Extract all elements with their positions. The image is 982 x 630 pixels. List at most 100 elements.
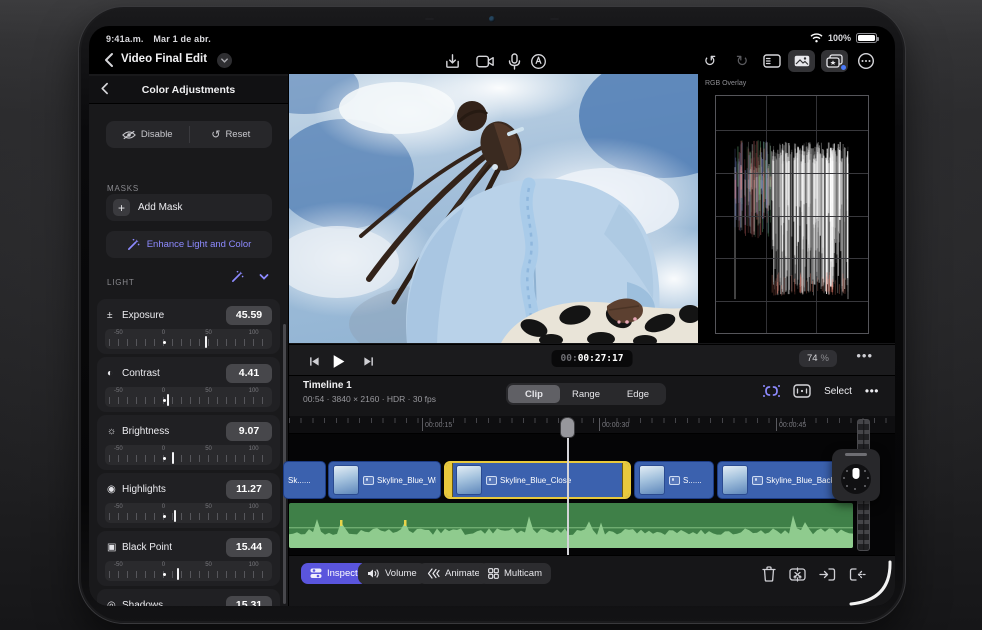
masks-section-label: MASKS	[107, 184, 140, 193]
wifi-icon	[810, 33, 823, 43]
timecode-display[interactable]: 00:00:27:17	[551, 350, 633, 367]
timeline-ruler[interactable]: 00:00:15 00:00:30 00:00:45	[289, 416, 895, 434]
disable-button[interactable]: Disable	[106, 121, 189, 148]
back-button[interactable]	[102, 52, 118, 68]
speaker-icon	[368, 569, 379, 578]
clip-connect-icon[interactable]	[763, 384, 781, 398]
clip-skyline-blue-wide[interactable]: Skyline_Blue_Wide	[328, 461, 441, 499]
timeline-tracks: Sk...... Skyline_Blue_Wide Skyline_Blue_…	[283, 434, 895, 555]
undo-icon[interactable]: ↺	[699, 50, 721, 72]
effects-browser-icon[interactable]	[821, 50, 848, 72]
plus-icon: +	[113, 199, 130, 216]
multicam-viewer-icon[interactable]	[793, 384, 811, 398]
bezel-mic-slot	[425, 18, 434, 20]
timeline-more-icon[interactable]: •••	[865, 384, 879, 398]
play-button-icon[interactable]	[329, 352, 347, 370]
clip-thumbnail	[333, 465, 359, 495]
highlights-slider[interactable]: -50 0 50 100	[105, 503, 272, 523]
project-menu-chevron-icon[interactable]	[217, 53, 232, 68]
mode-edge[interactable]: Edge	[612, 385, 664, 403]
timeline-section: Timeline 1 00:54 · 3840 × 2160 · HDR · 3…	[283, 376, 895, 606]
jog-wheel-panel[interactable]	[832, 449, 880, 501]
skip-to-start-icon[interactable]	[305, 352, 323, 370]
edit-mode-segmented-control: Clip Range Edge	[506, 383, 666, 405]
rgb-overlay-scope: RGB Overlay 1201007550250-20	[698, 74, 895, 343]
jog-dial[interactable]	[841, 464, 871, 494]
color-adjustments-panel: Color Adjustments Disable ↺ Reset MASKS	[89, 74, 289, 606]
skip-to-end-icon[interactable]	[359, 352, 377, 370]
highlights-icon: ◉	[107, 483, 116, 495]
add-mask-button[interactable]: + Add Mask	[106, 194, 272, 221]
split-clip-icon[interactable]	[787, 564, 807, 584]
reset-button[interactable]: ↺ Reset	[190, 121, 273, 148]
mode-range[interactable]: Range	[560, 385, 612, 403]
exposure-icon: ±	[107, 309, 113, 321]
clip-thumbnail	[722, 465, 748, 495]
contrast-icon: ◐	[107, 367, 114, 379]
slider-highlights: ◉ Highlights 11.27 -50 0 50 100	[97, 473, 280, 528]
contrast-slider[interactable]: -50 0 50 100	[105, 387, 272, 407]
multicam-button[interactable]: Multicam	[479, 563, 552, 584]
record-video-icon[interactable]	[474, 50, 496, 72]
playback-bar: 00:00:27:17 74% •••	[289, 344, 895, 376]
photo-icon	[363, 475, 374, 485]
clip-skyline-short[interactable]: S......	[634, 461, 714, 499]
auto-enhance-icon[interactable]	[231, 270, 244, 283]
delete-icon[interactable]	[759, 564, 779, 584]
project-title[interactable]: Video Final Edit	[121, 53, 207, 65]
viewer-more-icon[interactable]: •••	[856, 348, 873, 363]
light-section-header: LIGHT	[107, 270, 274, 290]
shadows-value[interactable]: 15.31	[226, 595, 272, 606]
brightness-icon: ☼	[107, 425, 117, 437]
more-options-icon[interactable]	[855, 50, 877, 72]
photo-icon	[486, 475, 497, 485]
status-bar: 9:41a.m. Mar 1 de abr. 100%	[89, 26, 895, 50]
media-browser-icon[interactable]	[788, 50, 815, 72]
reset-icon: ↺	[211, 129, 221, 141]
select-button[interactable]: Select	[824, 386, 852, 397]
enhance-light-color-button[interactable]: Enhance Light and Color	[106, 231, 272, 258]
photo-icon	[752, 475, 763, 485]
contrast-value[interactable]: 4.41	[226, 363, 272, 383]
screen: 9:41a.m. Mar 1 de abr. 100% Video Final …	[89, 26, 895, 606]
bezel-mic-slot	[550, 18, 559, 20]
eye-slash-icon	[122, 130, 136, 139]
slider-brightness: ☼ Brightness 9.07 -50 0 50 100	[97, 415, 280, 470]
brightness-value[interactable]: 9.07	[226, 421, 272, 441]
playhead-handle[interactable]	[560, 417, 575, 438]
pencil-tool-icon[interactable]	[527, 50, 549, 72]
video-preview[interactable]	[289, 74, 698, 343]
insert-clip-icon[interactable]	[817, 564, 837, 584]
preview-frame-image	[289, 74, 698, 343]
brightness-slider[interactable]: -50 0 50 100	[105, 445, 272, 465]
magic-wand-icon	[127, 238, 140, 250]
volume-button[interactable]: Volume	[358, 563, 426, 584]
battery-percent: 100%	[827, 33, 851, 43]
inspect-icon	[310, 568, 322, 578]
exposure-slider[interactable]: -50 0 50 100	[105, 329, 272, 349]
exposure-value[interactable]: 45.59	[226, 305, 272, 325]
redo-icon[interactable]: ↻	[731, 50, 753, 72]
photo-icon	[669, 475, 680, 485]
inspector-panel-icon[interactable]	[761, 50, 783, 72]
panel-title: Color Adjustments	[141, 84, 236, 96]
clip-skyline-partial[interactable]: Sk......	[283, 461, 326, 499]
scope-plot	[715, 95, 869, 334]
import-icon[interactable]	[441, 50, 463, 72]
record-audio-icon[interactable]	[503, 50, 525, 72]
ruler-label: 00:00:15	[425, 422, 453, 429]
slider-shadows: ◎Shadows15.31 -50050100	[97, 589, 280, 606]
collapse-chevron-icon[interactable]	[258, 271, 270, 283]
audio-clip[interactable]	[289, 503, 853, 548]
inspect-button[interactable]: Inspect	[301, 563, 367, 584]
slider-contrast: ◐ Contrast 4.41 -50 0 50 100	[97, 357, 280, 412]
black-point-value[interactable]: 15.44	[226, 537, 272, 557]
timeline-name: Timeline 1	[303, 380, 352, 391]
drag-handle[interactable]	[845, 453, 867, 456]
mode-clip[interactable]: Clip	[508, 385, 560, 403]
viewer-zoom-level[interactable]: 74%	[798, 350, 837, 367]
highlights-value[interactable]: 11.27	[226, 479, 272, 499]
black-point-slider[interactable]: -50 0 50 100	[105, 561, 272, 581]
slider-exposure: ± Exposure 45.59 -50 0 50 100	[97, 299, 280, 354]
clip-skyline-blue-close-selected[interactable]: Skyline_Blue_Close	[444, 461, 631, 499]
